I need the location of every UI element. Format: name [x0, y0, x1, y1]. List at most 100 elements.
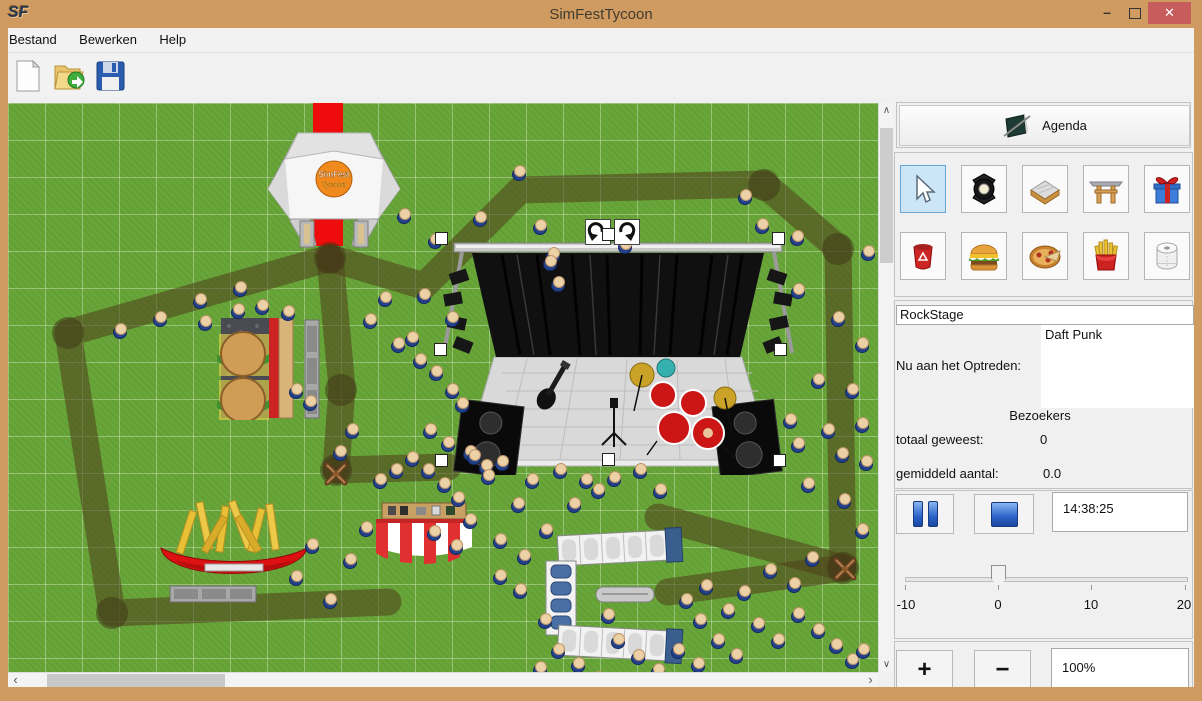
toilet-roll-icon [1150, 238, 1184, 274]
menu-help[interactable]: Help [150, 28, 195, 51]
burger-left-bottom [217, 378, 269, 420]
horizontal-scrollbar[interactable]: ‹ › [8, 672, 878, 688]
window-border-left [0, 28, 8, 701]
burger-stand-object[interactable] [213, 318, 331, 420]
new-file-icon [12, 58, 44, 94]
pause-icon [913, 501, 923, 527]
maximize-icon [1129, 8, 1141, 19]
dirt-path[interactable] [336, 467, 448, 470]
slider-tick [998, 585, 999, 590]
plus-icon: + [917, 658, 931, 682]
tool-pizza-button[interactable] [1022, 232, 1068, 280]
market-tent-object[interactable] [376, 501, 472, 567]
save-button[interactable] [92, 58, 128, 94]
menu-bewerken[interactable]: Bewerken [70, 28, 146, 51]
slider-tick [1091, 585, 1092, 590]
horizontal-scrollbar-thumb[interactable] [47, 674, 225, 687]
slider-label-min: -10 [897, 597, 916, 612]
selection-handle[interactable] [773, 454, 786, 467]
zoom-out-button[interactable]: − [974, 650, 1031, 690]
stop-icon [991, 502, 1018, 527]
pause-icon [928, 501, 938, 527]
slider-label-10: 10 [1084, 597, 1098, 612]
stop-button[interactable] [974, 494, 1034, 534]
dirt-path[interactable] [668, 568, 843, 592]
zoom-in-button[interactable]: + [896, 650, 953, 690]
maximize-button[interactable] [1120, 2, 1150, 24]
dirt-path[interactable] [330, 258, 342, 470]
agenda-button[interactable]: Agenda [899, 105, 1190, 146]
vertical-scrollbar-thumb[interactable] [880, 128, 893, 263]
open-file-button[interactable] [51, 58, 87, 94]
fries-stand-object[interactable] [153, 498, 315, 610]
stage-name-input[interactable]: RockStage [896, 305, 1194, 325]
tool-burger-button[interactable] [961, 232, 1007, 280]
path-junction [822, 233, 854, 265]
selection-handle[interactable] [602, 453, 615, 466]
menubar: Bestand Bewerken Help [0, 28, 1202, 53]
selection-handle[interactable] [435, 454, 448, 467]
open-file-icon [52, 58, 86, 94]
trashcan-icon [906, 239, 940, 273]
agenda-label: Agenda [1042, 118, 1087, 133]
close-button[interactable]: ✕ [1148, 2, 1191, 24]
spotlight-icon [967, 172, 1001, 206]
speaker-left [454, 399, 524, 475]
selection-handle[interactable] [435, 232, 448, 245]
tool-toiletroll-button[interactable] [1144, 232, 1190, 280]
now-playing-value: Daft Punk [1041, 325, 1195, 408]
pause-button[interactable] [896, 494, 954, 534]
path-junction [52, 317, 84, 349]
scroll-up-icon[interactable]: ∧ [879, 103, 894, 118]
slider-tick [905, 585, 906, 590]
fries-icon [1089, 238, 1123, 274]
speed-slider-track[interactable] [905, 577, 1188, 582]
windmill-sign-2[interactable] [831, 555, 859, 583]
entrance-tent-object[interactable]: SimFest Tycoon [260, 121, 408, 249]
minus-icon: − [995, 658, 1009, 682]
agenda-book-icon [1002, 113, 1032, 139]
selection-handle[interactable] [434, 343, 447, 356]
visitors-header: Bezoekers [930, 408, 1150, 423]
scrollbar-corner [878, 672, 894, 688]
clock-display: 14:38:25 [1052, 492, 1188, 532]
tool-trashcan-button[interactable] [900, 232, 946, 280]
path-junction [96, 597, 128, 629]
minimize-button[interactable]: – [1092, 2, 1122, 24]
new-file-button[interactable] [10, 58, 46, 94]
festival-canvas[interactable]: SimFest Tycoon [8, 103, 878, 672]
tool-path-button[interactable] [1022, 165, 1068, 213]
tool-gift-button[interactable] [1144, 165, 1190, 213]
burger-icon [966, 239, 1002, 273]
tool-spotlight-button[interactable] [961, 165, 1007, 213]
cursor-icon [908, 173, 938, 205]
selection-handle[interactable] [602, 228, 615, 241]
slider-label-max: 20 [1177, 597, 1191, 612]
tool-fries-button[interactable] [1083, 232, 1129, 280]
toilet-block-object[interactable] [538, 523, 688, 665]
pizza-icon [1027, 239, 1063, 273]
windmill-sign-1[interactable] [322, 460, 350, 488]
path-tile-icon [1027, 172, 1063, 206]
gift-icon [1149, 171, 1185, 207]
entrance-gate-icon [1088, 172, 1124, 206]
tool-select-button[interactable] [900, 165, 946, 213]
scroll-down-icon[interactable]: ∨ [879, 657, 894, 672]
window-title: SimFestTycoon [0, 6, 1202, 23]
selection-handle[interactable] [772, 232, 785, 245]
slider-label-0: 0 [994, 597, 1001, 612]
slider-tick [1185, 585, 1186, 590]
selection-handle[interactable] [774, 343, 787, 356]
svg-text:Tycoon: Tycoon [322, 182, 346, 189]
rotate-right-button[interactable] [614, 219, 640, 245]
save-icon [94, 58, 126, 94]
tool-entrance-button[interactable] [1083, 165, 1129, 213]
titlebar[interactable]: SF SimFestTycoon – ✕ [0, 0, 1202, 28]
burger-left-top [217, 332, 269, 376]
vertical-scrollbar[interactable]: ∧ ∨ [878, 103, 894, 672]
stage-object[interactable] [442, 233, 794, 475]
scroll-left-icon[interactable]: ‹ [8, 673, 23, 687]
zoom-level-display: 100% [1051, 648, 1189, 689]
menu-bestand[interactable]: Bestand [0, 28, 66, 51]
scroll-right-icon[interactable]: › [863, 673, 878, 687]
